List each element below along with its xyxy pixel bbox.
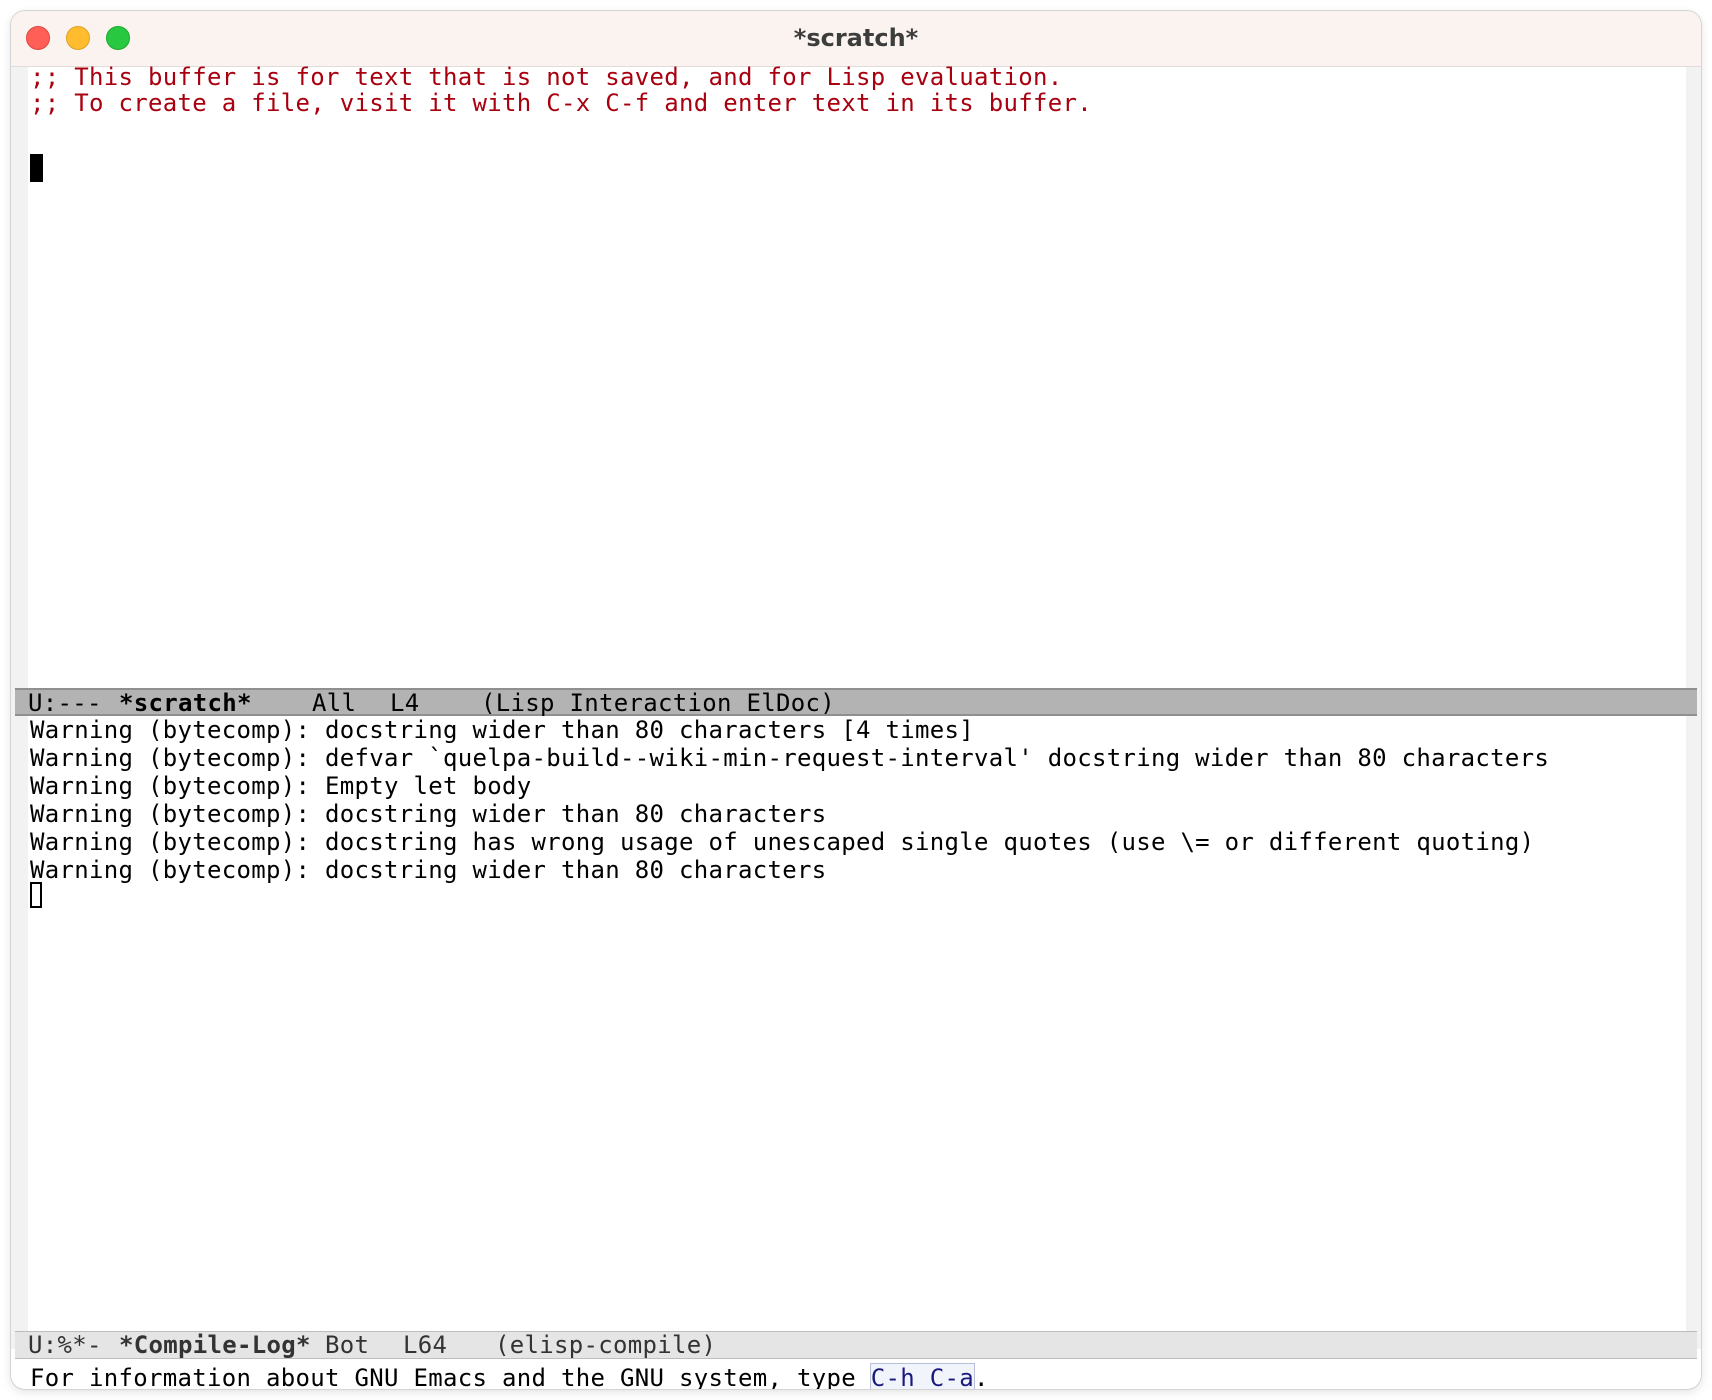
- window-title: *scratch*: [793, 24, 919, 52]
- compile-log-line: Warning (bytecomp): docstring has wrong …: [30, 828, 1535, 856]
- modeline-status: U:---: [28, 689, 102, 717]
- keybinding-link[interactable]: C-h C-a: [869, 1363, 975, 1389]
- title-bar: *scratch*: [11, 11, 1701, 67]
- compile-log-line: Warning (bytecomp): docstring wider than…: [30, 856, 827, 884]
- modeline-line-number: L4: [390, 689, 420, 717]
- compile-log-line: Warning (bytecomp): defvar `quelpa-build…: [30, 744, 1550, 772]
- modeline-status: U:%*-: [28, 1331, 102, 1359]
- scratch-comment-line: ;; To create a file, visit it with C-x C…: [30, 89, 1092, 117]
- modeline-major-mode[interactable]: (elisp-compile): [495, 1332, 716, 1358]
- modeline-buffer-name[interactable]: *Compile-Log*: [119, 1332, 311, 1358]
- echo-area[interactable]: For information about GNU Emacs and the …: [30, 1363, 989, 1389]
- compile-log-line: Warning (bytecomp): docstring wider than…: [30, 800, 827, 828]
- echo-suffix: .: [973, 1364, 989, 1389]
- inactive-cursor: [30, 882, 42, 908]
- compile-log-line: Warning (bytecomp): Empty let body: [30, 772, 532, 800]
- scratch-comment-line: ;; This buffer is for text that is not s…: [30, 63, 1063, 91]
- modeline-major-mode[interactable]: (Lisp Interaction ElDoc): [481, 690, 835, 716]
- modeline-line-number: L64: [403, 1331, 448, 1359]
- modeline-position: All: [312, 689, 357, 717]
- modeline-buffer-name[interactable]: *scratch*: [119, 690, 252, 716]
- emacs-window: *scratch* ;; This buffer is for text tha…: [11, 11, 1701, 1389]
- modeline-position: Bot: [325, 1331, 370, 1359]
- compile-log-mode-line[interactable]: U:%*- *Compile-Log* Bot L64 (elisp-compi…: [15, 1331, 1697, 1359]
- echo-message: For information about GNU Emacs and the …: [30, 1364, 871, 1389]
- compile-log-line: Warning (bytecomp): docstring wider than…: [30, 716, 974, 744]
- text-cursor: [30, 154, 43, 182]
- scratch-mode-line[interactable]: U:--- *scratch* All L4 (Lisp Interaction…: [15, 688, 1697, 716]
